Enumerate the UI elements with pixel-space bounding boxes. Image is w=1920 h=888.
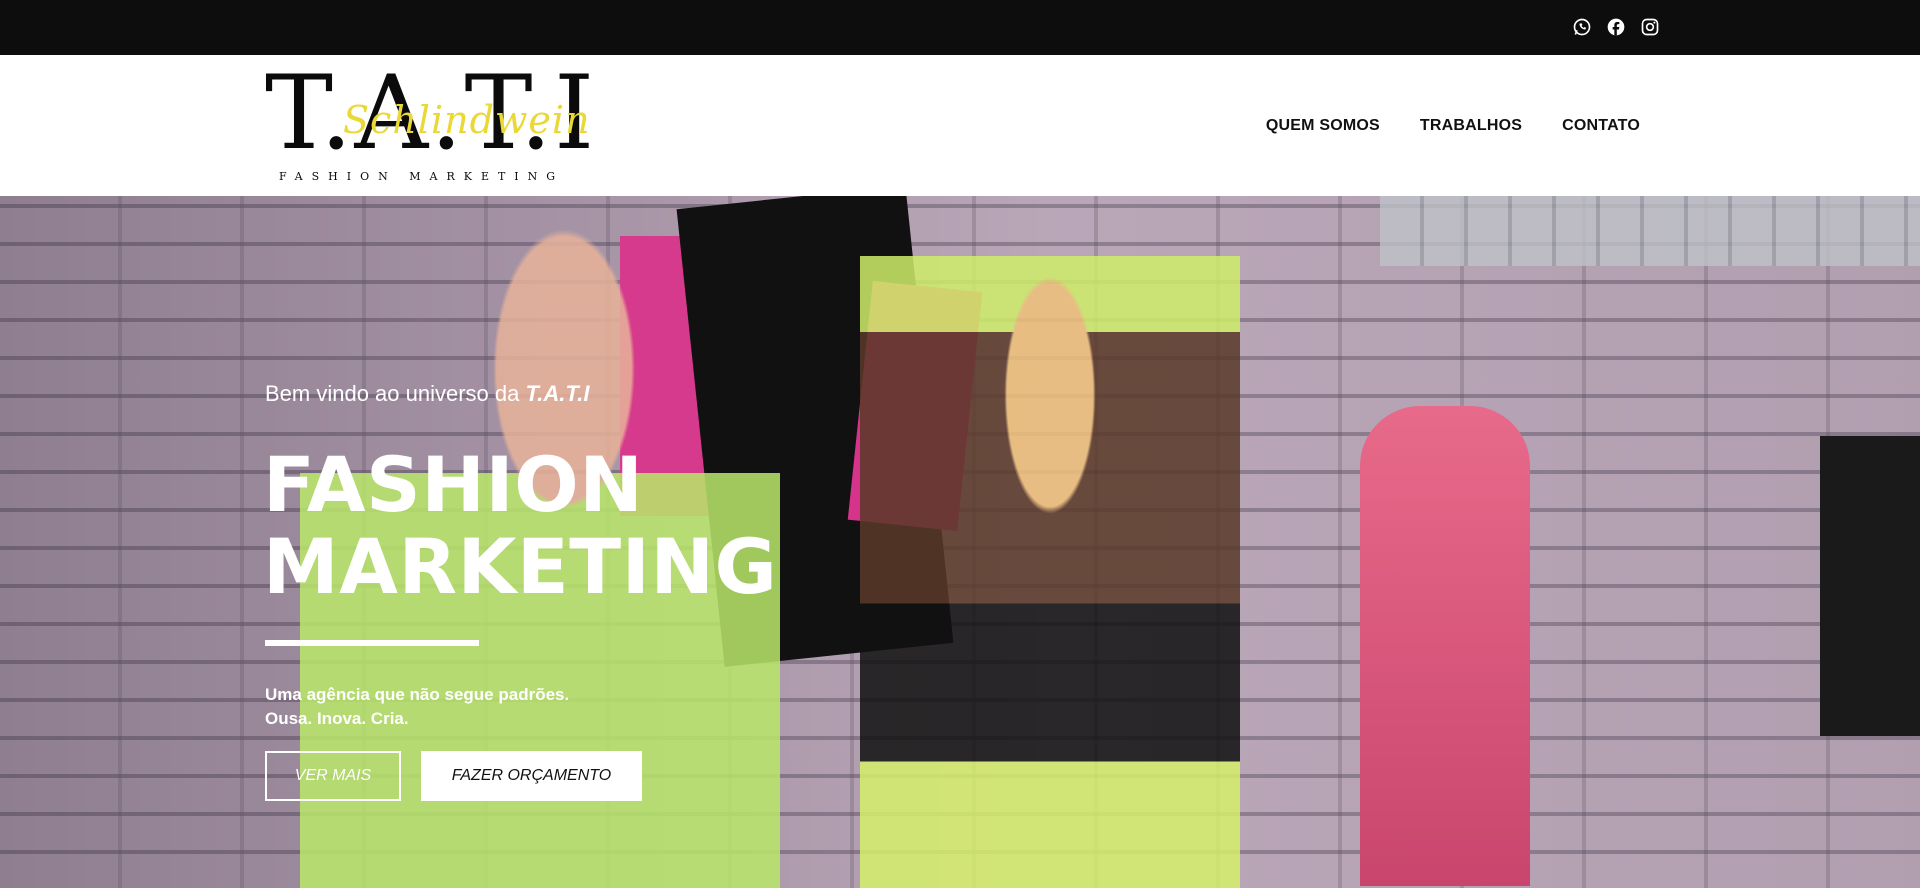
city-background <box>1380 196 1920 266</box>
hero-welcome: Bem vindo ao universo da T.A.T.I <box>265 381 589 407</box>
hero-tagline: Uma agência que não segue padrões. Ousa.… <box>265 683 569 731</box>
ver-mais-button[interactable]: VER MAIS <box>265 751 401 801</box>
nav-item-trabalhos[interactable]: TRABALHOS <box>1420 117 1522 135</box>
hero-title-line: FASHION <box>263 440 644 529</box>
fazer-orcamento-button[interactable]: FAZER ORÇAMENTO <box>421 751 642 801</box>
logo-script: Schlindwein <box>343 98 591 142</box>
logo-subtitle: FASHION MARKETING <box>279 170 565 183</box>
main-nav: QUEM SOMOS TRABALHOS CONTATO <box>1266 55 1640 196</box>
social-links <box>1572 17 1660 37</box>
site-header: T.A.T.I Schlindwein FASHION MARKETING QU… <box>0 55 1920 196</box>
nav-item-contato[interactable]: CONTATO <box>1562 117 1640 135</box>
hero-banner: Bem vindo ao universo da T.A.T.I FASHION… <box>0 196 1920 888</box>
welcome-text: Bem vindo ao universo da <box>265 381 526 406</box>
hero-divider <box>265 640 479 646</box>
fire-hydrant-photo <box>1360 406 1530 886</box>
hero-title-line: MARKETING <box>263 522 778 611</box>
poster-graphic <box>1820 436 1920 736</box>
tagline-line: Ousa. Inova. Cria. <box>265 709 409 728</box>
tagline-line: Uma agência que não segue padrões. <box>265 685 570 704</box>
hero-model-photo <box>860 256 1240 888</box>
top-bar <box>0 0 1920 55</box>
hero-title: FASHION MARKETING <box>263 444 777 608</box>
facebook-icon[interactable] <box>1606 17 1626 37</box>
welcome-brand: T.A.T.I <box>525 381 590 406</box>
instagram-icon[interactable] <box>1640 17 1660 37</box>
nav-item-quem-somos[interactable]: QUEM SOMOS <box>1266 117 1380 135</box>
brand-logo[interactable]: T.A.T.I Schlindwein FASHION MARKETING <box>265 63 595 186</box>
whatsapp-icon[interactable] <box>1572 17 1592 37</box>
